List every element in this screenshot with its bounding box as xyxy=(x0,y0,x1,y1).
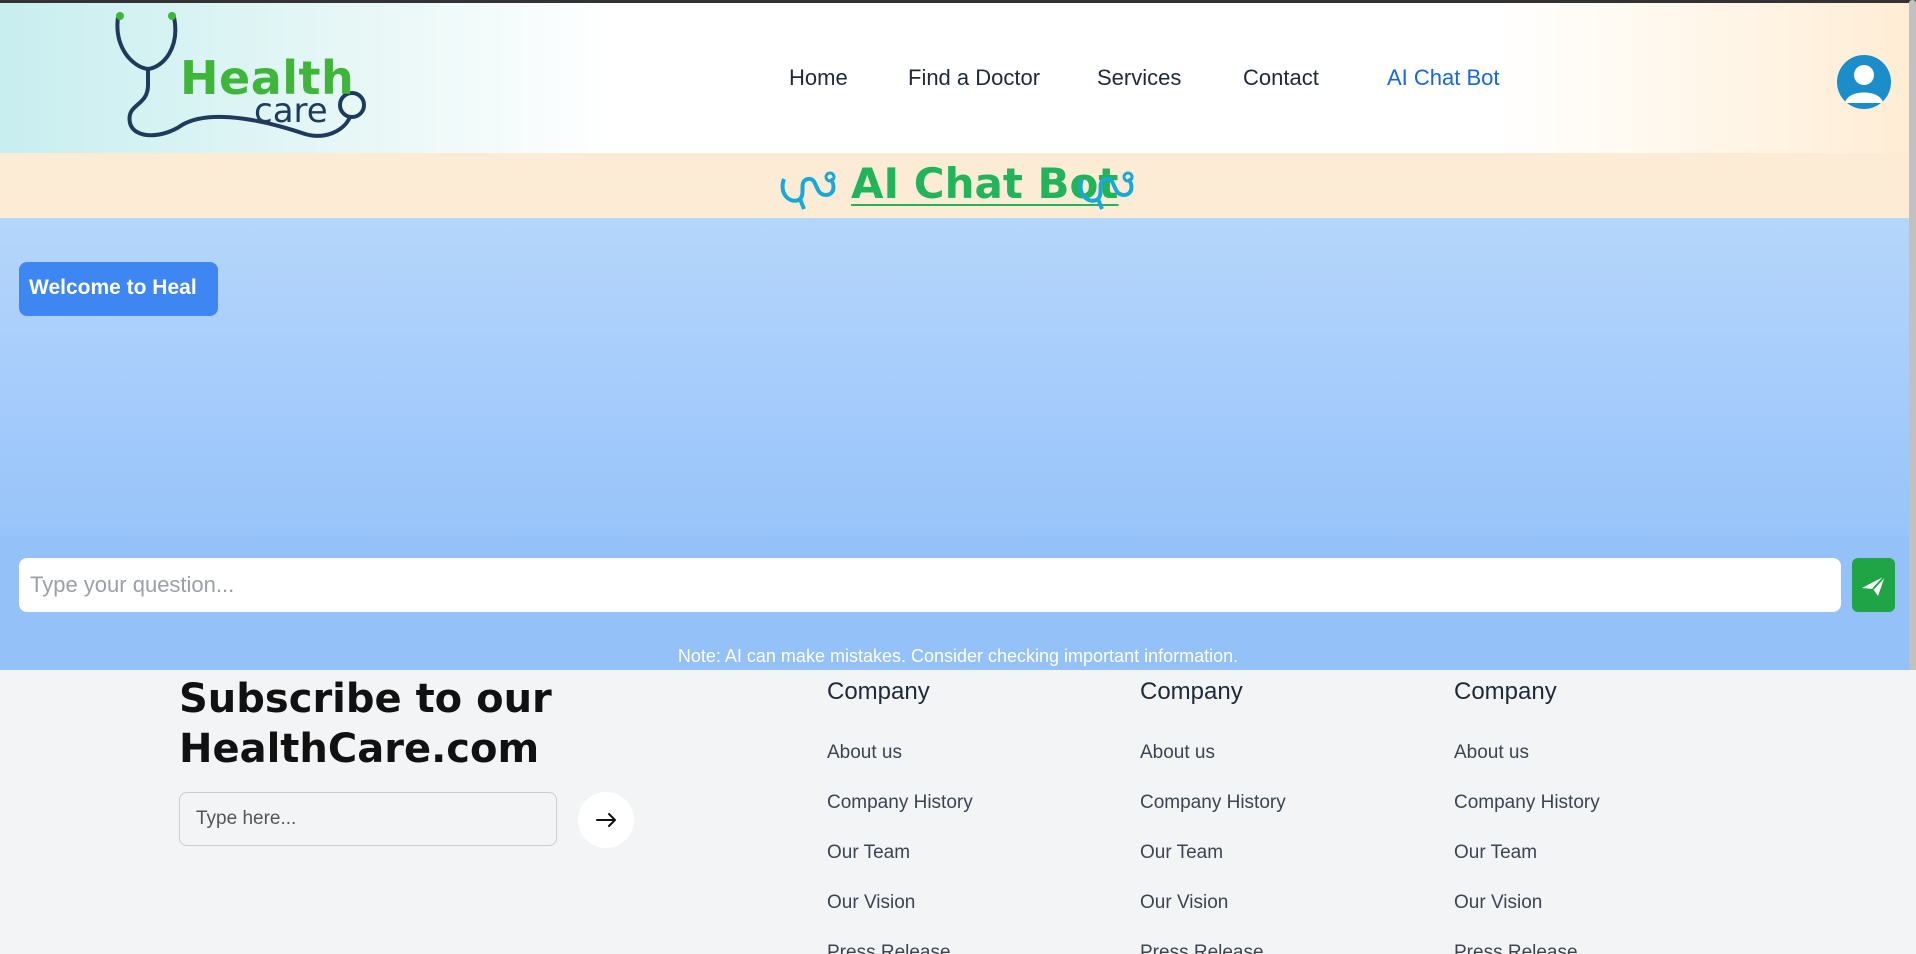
footer-link-our-vision[interactable]: Our Vision xyxy=(1454,892,1714,916)
footer-column-company-1: Company About us Company History Our Tea… xyxy=(827,678,1087,954)
footer-link-company-history[interactable]: Company History xyxy=(827,792,1087,816)
footer-link-press-release[interactable]: Press Release xyxy=(1454,942,1714,954)
site-header: Health care Home Find a Doctor Services … xyxy=(0,0,1916,153)
ai-disclaimer-note: Note: AI can make mistakes. Consider che… xyxy=(677,646,1239,666)
main-nav: Home Find a Doctor Services Contact AI C… xyxy=(0,65,1916,97)
footer-link-our-team[interactable]: Our Team xyxy=(1454,842,1714,866)
subscribe-title-line2: HealthCare.com xyxy=(179,726,540,772)
footer-link-about-us[interactable]: About us xyxy=(1454,742,1714,766)
footer-column-company-2: Company About us Company History Our Tea… xyxy=(1140,678,1400,954)
footer-link-about-us[interactable]: About us xyxy=(827,742,1087,766)
footer-link-press-release[interactable]: Press Release xyxy=(827,942,1087,954)
send-button[interactable] xyxy=(1852,558,1895,612)
footer-link-press-release[interactable]: Press Release xyxy=(1140,942,1400,954)
user-avatar[interactable] xyxy=(1837,55,1891,109)
footer-column-title: Company xyxy=(1454,678,1557,705)
footer-column-company-3: Company About us Company History Our Tea… xyxy=(1454,678,1714,954)
footer-link-our-team[interactable]: Our Team xyxy=(827,842,1087,866)
subscribe-title: Subscribe to our HealthCare.com xyxy=(179,674,699,774)
stethoscope-icon xyxy=(1078,171,1134,210)
page-scrollbar[interactable] xyxy=(1909,0,1916,733)
nav-services[interactable]: Services xyxy=(1097,65,1181,91)
footer-link-our-vision[interactable]: Our Vision xyxy=(1140,892,1400,916)
chat-messages-area[interactable]: Welcome to Heal xyxy=(0,218,1916,536)
footer-column-title: Company xyxy=(827,678,930,705)
chat-input-area: Note: AI can make mistakes. Consider che… xyxy=(0,536,1916,670)
nav-home[interactable]: Home xyxy=(789,65,848,91)
subscribe-title-line1: Subscribe to our xyxy=(179,676,552,722)
bot-message-bubble: Welcome to Heal xyxy=(19,262,218,316)
stethoscope-icon xyxy=(780,171,836,210)
question-input[interactable] xyxy=(19,558,1841,612)
user-icon xyxy=(1845,65,1883,103)
nav-ai-chat-bot[interactable]: AI Chat Bot xyxy=(1387,65,1500,91)
footer-link-about-us[interactable]: About us xyxy=(1140,742,1400,766)
page-title-bar: AI Chat Bot xyxy=(0,153,1916,218)
arrow-right-icon xyxy=(596,813,616,827)
footer-link-our-team[interactable]: Our Team xyxy=(1140,842,1400,866)
footer-link-company-history[interactable]: Company History xyxy=(1454,792,1714,816)
footer-link-our-vision[interactable]: Our Vision xyxy=(827,892,1087,916)
nav-contact[interactable]: Contact xyxy=(1243,65,1319,91)
paper-plane-icon xyxy=(1862,575,1886,596)
nav-find-a-doctor[interactable]: Find a Doctor xyxy=(908,65,1040,91)
subscribe-email-input[interactable] xyxy=(179,792,557,846)
site-footer: Subscribe to our HealthCare.com Company … xyxy=(0,670,1916,954)
footer-link-company-history[interactable]: Company History xyxy=(1140,792,1400,816)
subscribe-submit-button[interactable] xyxy=(578,792,634,848)
footer-column-title: Company xyxy=(1140,678,1243,705)
logo-word-care: care xyxy=(254,91,328,131)
